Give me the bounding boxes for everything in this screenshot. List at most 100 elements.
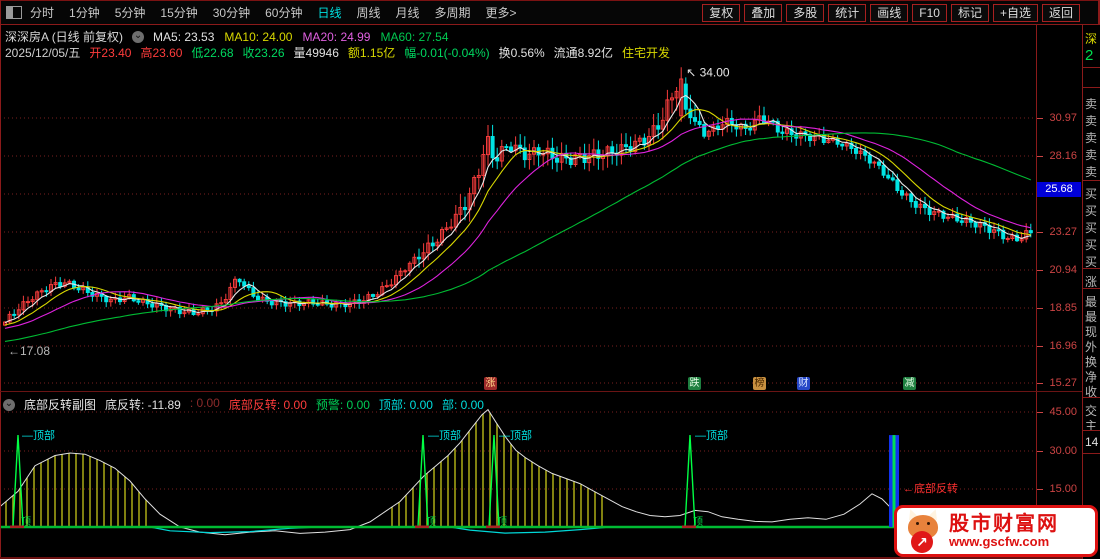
eye-toggle-icon[interactable]: ⌄ xyxy=(132,31,144,43)
axis-tick-label: 30.97 xyxy=(1037,112,1077,124)
indicator-eye-icon[interactable]: ⌄ xyxy=(3,399,15,411)
quote-strip-char: 卖 xyxy=(1085,112,1097,129)
axis-tick-label: 20.94 xyxy=(1037,264,1077,276)
quote-strip-char: 14 xyxy=(1085,435,1098,449)
toolbar-buttons: 复权叠加多股统计画线F10标记+自选返回 xyxy=(702,4,1080,22)
toolbar-button-复权[interactable]: 复权 xyxy=(702,4,740,22)
window-split-icon[interactable] xyxy=(6,6,22,19)
quote-token: 2025/12/05/五 xyxy=(5,44,80,61)
quote-token: 高23.60 xyxy=(140,44,182,61)
last-price-marker: 25.68 xyxy=(1037,182,1081,197)
indicator-token: 预警: 0.00 xyxy=(316,396,370,413)
indicator-token: : 0.00 xyxy=(190,396,220,413)
trading-app-window: 分时 1分钟 5分钟 15分钟 30分钟 60分钟日线周线月线多周期更多> 复权叠加多股统… xyxy=(0,0,1100,559)
svg-text:←17.08: ←17.08 xyxy=(8,344,50,358)
event-badge-涨[interactable]: 涨 xyxy=(484,377,497,390)
toolbar-button-多股[interactable]: 多股 xyxy=(786,4,824,22)
event-badge-财[interactable]: 财 xyxy=(797,377,810,390)
axis-tick-label: 18.85 xyxy=(1037,302,1077,314)
period-tab-更多>[interactable]: 更多> xyxy=(486,4,517,21)
quote-strip-char: 买 xyxy=(1085,185,1097,202)
quote-token: 低22.68 xyxy=(191,44,233,61)
axis-tick-label: 28.16 xyxy=(1037,150,1077,162)
svg-text:顶: 顶 xyxy=(497,516,507,528)
toolbar-button-统计[interactable]: 统计 xyxy=(828,4,866,22)
period-tab-周线[interactable]: 周线 xyxy=(356,4,380,21)
quote-panel-clipped[interactable]: 深2卖卖卖卖卖买买买买买涨最最现外换净收交主14 xyxy=(1082,25,1100,559)
svg-text:↖ 34.00: ↖ 34.00 xyxy=(686,65,730,79)
ma-value: MA5: 23.53 xyxy=(153,30,214,44)
quote-strip-char: 卖 xyxy=(1085,163,1097,180)
quote-token: 流通8.92亿 xyxy=(554,44,613,61)
quote-token: 住宅开发 xyxy=(622,44,670,61)
indicator-values: 底反转: -11.89 : 0.00 底部反转: 0.00 预警: 0.00 顶部: 0… xyxy=(105,396,484,413)
period-tab-1分钟[interactable]: 1分钟 xyxy=(69,4,100,21)
period-tab-日线[interactable]: 日线 xyxy=(317,4,341,21)
quote-strip-char: 主 xyxy=(1085,417,1097,434)
toolbar-button-+自选[interactable]: +自选 xyxy=(993,4,1038,22)
svg-text:—顶部: —顶部 xyxy=(695,428,728,442)
toolbar-button-画线[interactable]: 画线 xyxy=(870,4,908,22)
event-badge-跌[interactable]: 跌 xyxy=(688,377,701,390)
indicator-token: 底部反转: 0.00 xyxy=(229,396,307,413)
quote-token: 幅-0.01(-0.04%) xyxy=(404,44,489,61)
ma-value: MA60: 27.54 xyxy=(380,30,448,44)
logo-url: www.gscfw.com xyxy=(949,535,1059,549)
axis-tick-label: 23.27 xyxy=(1037,226,1077,238)
axis-tick-label: 15.00 xyxy=(1037,483,1077,495)
toolbar-button-返回[interactable]: 返回 xyxy=(1042,4,1080,22)
quote-token: 开23.40 xyxy=(89,44,131,61)
event-badge-减[interactable]: 减 xyxy=(903,377,916,390)
svg-text:—顶部: —顶部 xyxy=(499,428,532,442)
quote-strip-char: 深 xyxy=(1085,30,1097,47)
period-tab-30分钟[interactable]: 30分钟 xyxy=(213,4,250,21)
indicator-title: 底部反转副图 xyxy=(24,396,96,413)
indicator-token: 底反转: -11.89 xyxy=(105,396,181,413)
quote-strip-char: 卖 xyxy=(1085,95,1097,112)
ma-value: MA20: 24.99 xyxy=(302,30,370,44)
svg-text:顶: 顶 xyxy=(426,516,436,528)
quote-strip-char: 买 xyxy=(1085,236,1097,253)
quote-token: 收23.26 xyxy=(243,44,285,61)
quote-strip-char: 卖 xyxy=(1085,146,1097,163)
period-tab-60分钟[interactable]: 60分钟 xyxy=(265,4,302,21)
toolbar-button-标记[interactable]: 标记 xyxy=(951,4,989,22)
axis-tick-label: 16.96 xyxy=(1037,340,1077,352)
left-border xyxy=(0,0,1,559)
indicator-token: 顶部: 0.00 xyxy=(379,396,433,413)
quote-strip-char: 买 xyxy=(1085,219,1097,236)
svg-text:—顶部: —顶部 xyxy=(428,428,461,442)
axis-tick-label: 15.27 xyxy=(1037,377,1077,389)
period-tab-分时[interactable]: 分时 xyxy=(30,4,54,21)
ma-values: MA5: 23.53MA10: 24.00MA20: 24.99MA60: 27… xyxy=(153,30,449,44)
quote-token: 量49946 xyxy=(294,44,339,61)
period-tab-15分钟[interactable]: 15分钟 xyxy=(160,4,197,21)
quote-strip-char: 2 xyxy=(1085,47,1093,64)
trend-arrow-icon: ↗ xyxy=(911,531,933,553)
axis-tick-label: 45.00 xyxy=(1037,406,1077,418)
quote-strip-char: 卖 xyxy=(1085,129,1097,146)
svg-text:顶: 顶 xyxy=(693,516,703,528)
site-logo: ↗ 股市财富网 www.gscfw.com xyxy=(894,505,1098,557)
period-tab-多周期[interactable]: 多周期 xyxy=(435,4,471,21)
event-badge-榜[interactable]: 榜 xyxy=(753,377,766,390)
period-tab-5分钟[interactable]: 5分钟 xyxy=(115,4,146,21)
quote-strip-char: 买 xyxy=(1085,202,1097,219)
axis-separator xyxy=(1036,25,1037,559)
quote-token: 额1.15亿 xyxy=(348,44,395,61)
stock-title: 深深房A (日线 前复权) xyxy=(5,28,123,45)
svg-text:←底部反转: ←底部反转 xyxy=(903,481,958,495)
logo-title: 股市财富网 xyxy=(949,514,1059,535)
quote-token: 换0.56% xyxy=(499,44,545,61)
period-tab-月线[interactable]: 月线 xyxy=(396,4,420,21)
toolbar-button-F10[interactable]: F10 xyxy=(912,4,947,22)
main-candlestick-chart[interactable]: ↖ 34.00 ←17.08 xyxy=(0,25,1036,392)
axis-tick-label: 30.00 xyxy=(1037,445,1077,457)
toolbar-button-叠加[interactable]: 叠加 xyxy=(744,4,782,22)
indicator-header: ⌄ 底部反转副图 底反转: -11.89 : 0.00 底部反转: 0.00 预警: … xyxy=(3,396,484,413)
panel-divider xyxy=(0,391,1082,392)
stock-info-line: 深深房A (日线 前复权) ⌄ MA5: 23.53MA10: 24.00MA2… xyxy=(5,28,449,45)
top-menu-bar: 分时 1分钟 5分钟 15分钟 30分钟 60分钟日线周线月线多周期更多> 复权叠加多股统… xyxy=(0,0,1100,25)
period-nav: 分时 1分钟 5分钟 15分钟 30分钟 60分钟日线周线月线多周期更多> xyxy=(30,4,517,21)
indicator-token: 部: 0.00 xyxy=(442,396,484,413)
